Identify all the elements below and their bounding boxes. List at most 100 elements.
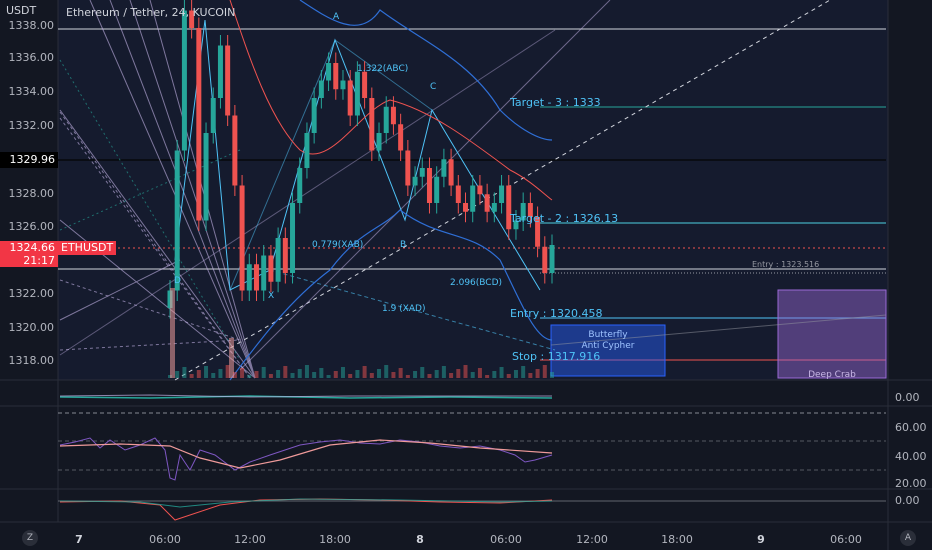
chart-canvas[interactable] [0, 0, 932, 550]
volume-bar [283, 366, 288, 378]
candle-body [174, 150, 180, 291]
volume-bar [449, 373, 454, 378]
target2-label: Target - 2 : 1326.13 [510, 212, 619, 225]
price-label: 1326.00 [8, 220, 55, 233]
volume-bar [175, 371, 180, 378]
candle-body [217, 45, 223, 98]
volume-bar [535, 369, 540, 378]
volume-bar [362, 366, 367, 378]
pattern-butterfly-label: Butterfly Anti Cypher [551, 330, 665, 352]
volume-bar [196, 370, 201, 378]
price-label: 1320.00 [8, 321, 55, 334]
ratio-abc-label: 1.322(ABC) [357, 64, 409, 74]
point-x-label: X [268, 291, 275, 301]
volume-bar [463, 365, 468, 378]
candle-body [246, 264, 252, 291]
volume-bar [182, 367, 187, 378]
price-label: 1318.00 [8, 354, 55, 367]
candle-body [347, 80, 353, 116]
volume-bar [420, 367, 425, 378]
pattern-box-deep-crab [777, 289, 887, 379]
highlight-price-tag: 1329.96 [0, 152, 58, 168]
current-price-tag: 1324.66 [0, 241, 58, 254]
candle-body [383, 106, 389, 133]
time-label: 9 [757, 533, 765, 546]
volume-axis-label: 0.00 [895, 391, 920, 404]
volume-bar [398, 368, 403, 378]
zoom-button[interactable]: Z [22, 530, 38, 546]
rsi-axis-label-40: 40.00 [895, 450, 927, 463]
countdown-tag: 21:17 [0, 254, 58, 267]
time-label: 06:00 [490, 533, 522, 546]
volume-bar [542, 365, 547, 378]
price-label: 1332.00 [8, 119, 55, 132]
candle-body [484, 194, 490, 212]
candle-body [181, 10, 187, 151]
ratio-xad-label: 1.9 (XAD) [382, 304, 426, 314]
price-label: 1328.00 [8, 187, 55, 200]
volume-bar [348, 374, 353, 378]
volume-bar [326, 375, 331, 378]
candle-body [470, 185, 476, 212]
candle-body [477, 185, 483, 195]
candle-body [455, 185, 461, 203]
candle-body [232, 115, 238, 186]
volume-bar [268, 374, 273, 378]
time-label: 06:00 [830, 533, 862, 546]
candle-body [268, 255, 274, 282]
candle-body [290, 203, 296, 273]
candle-body [297, 168, 303, 203]
volume-bar [340, 367, 345, 378]
price-label: 1334.00 [8, 85, 55, 98]
candle-body [448, 159, 454, 186]
time-label: 12:00 [234, 533, 266, 546]
volume-bar [492, 371, 497, 378]
candle-body [340, 80, 346, 90]
candle-body [275, 238, 281, 282]
volume-spike [229, 338, 234, 378]
volume-bar [261, 367, 266, 378]
volume-bar [434, 370, 439, 378]
volume-bar [369, 373, 374, 378]
candle-body [311, 98, 317, 133]
volume-bar [355, 370, 360, 378]
macd-axis-label: 0.00 [895, 494, 920, 507]
volume-bar [521, 366, 526, 378]
volume-bar [477, 368, 482, 378]
candle-body [434, 176, 440, 203]
candle-body [491, 203, 497, 212]
ratio-xab-label: 0.779(XAB) [312, 240, 364, 250]
volume-bar [276, 370, 281, 378]
candle-body [333, 63, 339, 90]
candle-body [369, 98, 375, 151]
chart-title[interactable]: Ethereum / Tether, 24, KUCOIN [66, 6, 235, 19]
time-label: 8 [416, 533, 424, 546]
rsi-axis-label-20: 20.00 [895, 477, 927, 490]
candle-body [390, 106, 396, 125]
volume-bar [550, 372, 554, 378]
symbol-tag: ETHUSDT [58, 241, 117, 255]
volume-bar [499, 367, 504, 378]
volume-bar [441, 366, 446, 378]
time-label: 12:00 [576, 533, 608, 546]
volume-bar [384, 365, 389, 378]
volume-bar [456, 369, 461, 378]
point-d-label: D [174, 276, 181, 286]
volume-spike [170, 288, 175, 378]
candle-body [398, 124, 404, 151]
pattern-deep-crab-label: Deep Crab [808, 370, 856, 380]
candle-body [412, 176, 418, 186]
currency-label: USDT [6, 4, 37, 17]
volume-bar [506, 374, 511, 378]
candle-body [549, 245, 555, 273]
auto-scale-button[interactable]: A [900, 530, 916, 546]
candle-body [282, 238, 288, 273]
time-label: 18:00 [661, 533, 693, 546]
point-b-label: B [400, 240, 407, 250]
candle-body [362, 71, 368, 98]
volume-bar [211, 373, 216, 378]
candle-body [354, 71, 360, 116]
volume-bar [247, 375, 252, 378]
candle-body [261, 255, 267, 291]
volume-bar [304, 365, 309, 378]
